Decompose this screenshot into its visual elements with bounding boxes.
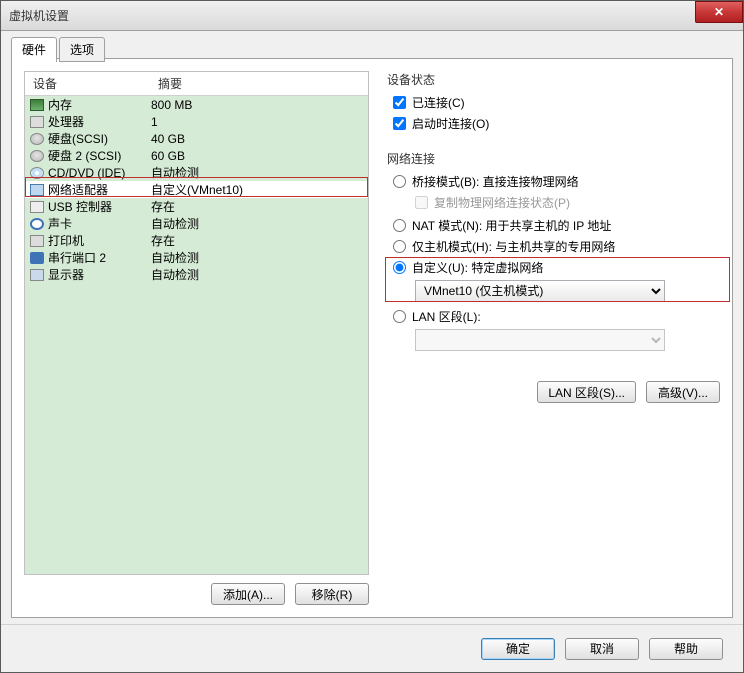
device-name: 显示器 [48,266,151,283]
connected-checkbox[interactable] [393,96,406,109]
tab-options[interactable]: 选项 [59,37,105,62]
device-summary: 存在 [151,198,368,215]
device-summary: 1 [151,115,368,129]
device-summary: 40 GB [151,132,368,146]
tab-panel-hardware: 设备 摘要 内存800 MB处理器1硬盘(SCSI)40 GB硬盘 2 (SCS… [11,58,733,618]
nat-radio[interactable] [393,219,406,232]
radio-lan-segment[interactable]: LAN 区段(L): [387,308,720,325]
device-row[interactable]: 串行端口 2自动检测 [25,249,368,266]
device-summary: 存在 [151,232,368,249]
add-button[interactable]: 添加(A)... [211,583,285,605]
remove-button[interactable]: 移除(R) [295,583,369,605]
cpu-icon [29,115,45,129]
close-icon: ✕ [714,5,724,19]
device-name: 打印机 [48,232,151,249]
device-list[interactable]: 设备 摘要 内存800 MB处理器1硬盘(SCSI)40 GB硬盘 2 (SCS… [24,71,369,575]
lan-segments-button[interactable]: LAN 区段(S)... [537,381,636,403]
prn-icon [29,234,45,248]
device-row[interactable]: 处理器1 [25,113,368,130]
window-title: 虚拟机设置 [9,7,69,24]
device-row[interactable]: 硬盘(SCSI)40 GB [25,130,368,147]
device-name: 硬盘(SCSI) [48,130,151,147]
group-network-connection: 网络连接 桥接模式(B): 直接连接物理网络 复制物理网络连接状态(P) NAT… [387,150,720,357]
cancel-button[interactable]: 取消 [565,638,639,660]
host-only-radio[interactable] [393,240,406,253]
right-button-bar: LAN 区段(S)... 高级(V)... [387,381,720,403]
device-status-title: 设备状态 [387,71,720,88]
device-name: 串行端口 2 [48,249,151,266]
lan-segment-combo [415,329,665,351]
col-device: 设备 [25,72,150,95]
tab-hardware[interactable]: 硬件 [11,37,57,62]
disp-icon [29,268,45,282]
highlight-custom [385,257,730,302]
device-row[interactable]: 硬盘 2 (SCSI)60 GB [25,147,368,164]
host-only-label: 仅主机模式(H): 与主机共享的专用网络 [412,238,615,255]
check-connect-at-power-on[interactable]: 启动时连接(O) [387,115,720,132]
network-connection-title: 网络连接 [387,150,720,167]
bottom-button-bar: 确定 取消 帮助 [1,624,743,672]
content-area: 硬件 选项 设备 摘要 内存800 MB处理器1硬盘(SCSI)40 GB硬盘 … [1,31,743,624]
net-icon [29,183,45,197]
check-connected[interactable]: 已连接(C) [387,94,720,111]
device-name: CD/DVD (IDE) [48,166,151,180]
left-button-bar: 添加(A)... 移除(R) [24,583,369,605]
nat-label: NAT 模式(N): 用于共享主机的 IP 地址 [412,217,611,234]
device-summary: 自动检测 [151,249,368,266]
device-row[interactable]: USB 控制器存在 [25,198,368,215]
ser-icon [29,251,45,265]
left-pane: 设备 摘要 内存800 MB处理器1硬盘(SCSI)40 GB硬盘 2 (SCS… [24,71,369,605]
replicate-label: 复制物理网络连接状态(P) [434,194,570,211]
device-row[interactable]: 内存800 MB [25,96,368,113]
lan-segment-select [415,329,665,351]
usb-icon [29,200,45,214]
radio-bridged[interactable]: 桥接模式(B): 直接连接物理网络 [387,173,720,190]
col-summary: 摘要 [150,72,368,95]
group-device-status: 设备状态 已连接(C) 启动时连接(O) [387,71,720,136]
bridged-label: 桥接模式(B): 直接连接物理网络 [412,173,579,190]
advanced-button[interactable]: 高级(V)... [646,381,720,403]
device-name: 内存 [48,96,151,113]
help-button[interactable]: 帮助 [649,638,723,660]
close-button[interactable]: ✕ [695,1,743,23]
device-name: 声卡 [48,215,151,232]
hdd-icon [29,132,45,146]
device-summary: 自动检测 [151,266,368,283]
device-name: 处理器 [48,113,151,130]
right-pane: 设备状态 已连接(C) 启动时连接(O) 网络连接 [369,71,720,605]
cd-icon [29,166,45,180]
titlebar: 虚拟机设置 ✕ [1,1,743,31]
device-name: 硬盘 2 (SCSI) [48,147,151,164]
connect-at-power-on-label: 启动时连接(O) [412,115,489,132]
device-list-header: 设备 摘要 [25,72,368,96]
snd-icon [29,217,45,231]
vm-settings-window: 虚拟机设置 ✕ 硬件 选项 设备 摘要 内存800 M [0,0,744,673]
replicate-checkbox [415,196,428,209]
lan-label: LAN 区段(L): [412,308,481,325]
lan-radio[interactable] [393,310,406,323]
device-name: 网络适配器 [48,181,151,198]
device-row[interactable]: 显示器自动检测 [25,266,368,283]
device-summary: 自动检测 [151,164,368,181]
connected-label: 已连接(C) [412,94,465,111]
device-summary: 自动检测 [151,215,368,232]
connect-at-power-on-checkbox[interactable] [393,117,406,130]
bridged-radio[interactable] [393,175,406,188]
mem-icon [29,98,45,112]
device-row[interactable]: 声卡自动检测 [25,215,368,232]
ok-button[interactable]: 确定 [481,638,555,660]
device-row[interactable]: 打印机存在 [25,232,368,249]
device-row[interactable]: CD/DVD (IDE)自动检测 [25,164,368,181]
check-replicate-state: 复制物理网络连接状态(P) [387,194,720,211]
device-summary: 800 MB [151,98,368,112]
device-summary: 自定义(VMnet10) [151,181,368,198]
device-row[interactable]: 网络适配器自定义(VMnet10) [25,181,368,198]
radio-nat[interactable]: NAT 模式(N): 用于共享主机的 IP 地址 [387,217,720,234]
hdd-icon [29,149,45,163]
device-name: USB 控制器 [48,198,151,215]
tab-strip: 硬件 选项 [11,37,733,62]
radio-host-only[interactable]: 仅主机模式(H): 与主机共享的专用网络 [387,238,720,255]
device-summary: 60 GB [151,149,368,163]
